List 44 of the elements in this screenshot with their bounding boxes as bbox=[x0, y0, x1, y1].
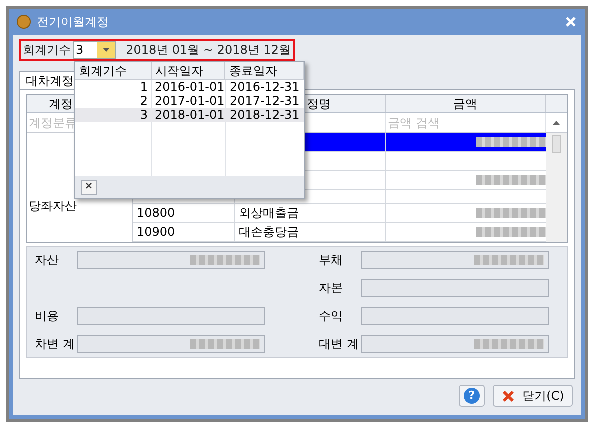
summary-label: 수익 bbox=[319, 308, 344, 325]
table-cell-text: 대손충당금 bbox=[239, 224, 299, 241]
summary-label: 비용 bbox=[35, 308, 60, 325]
blurred-amount bbox=[190, 339, 260, 349]
filter-field[interactable]: 금액 검색 bbox=[386, 114, 545, 132]
window-title: 전기이월계정 bbox=[37, 14, 109, 31]
column-header[interactable]: 계정 bbox=[49, 94, 73, 112]
dropdown-row[interactable]: 2 2017-01-01 2017-12-31 bbox=[75, 94, 304, 108]
dropdown-button[interactable] bbox=[97, 42, 116, 58]
summary-label: 부채 bbox=[319, 252, 344, 269]
column-header[interactable]: 종료일자 bbox=[229, 62, 278, 80]
scrollbar[interactable] bbox=[546, 133, 567, 242]
column-header[interactable]: 정명 bbox=[307, 94, 331, 112]
summary-label: 차변 계 bbox=[35, 336, 76, 353]
dropdown-row[interactable]: 3 2018-01-01 2018-12-31 bbox=[75, 108, 304, 122]
table-cell-text: 10900 bbox=[137, 224, 176, 241]
fiscal-period: 2018년 01월 ~ 2018년 12월 bbox=[126, 42, 291, 59]
question-icon: ? bbox=[464, 388, 480, 404]
summary-label: 대변 계 bbox=[319, 336, 360, 353]
close-icon[interactable] bbox=[565, 16, 577, 28]
close-button[interactable]: 닫기(C) bbox=[493, 385, 573, 407]
fiscal-combobox[interactable]: 3 bbox=[73, 41, 116, 59]
column-header[interactable]: 시작일자 bbox=[156, 62, 204, 80]
column-header[interactable]: 금액 bbox=[454, 94, 478, 112]
dropdown-close-button[interactable]: × bbox=[81, 180, 97, 194]
summary-label: 자산 bbox=[35, 252, 60, 269]
app-icon bbox=[17, 15, 31, 29]
group-label: 당좌자산 bbox=[29, 198, 77, 214]
caret-down-icon bbox=[102, 48, 110, 52]
x-icon bbox=[502, 390, 515, 402]
summary-label: 자본 bbox=[319, 280, 344, 297]
scroll-up-icon[interactable] bbox=[553, 120, 560, 124]
blurred-amount bbox=[190, 255, 260, 265]
help-button[interactable]: ? bbox=[459, 385, 485, 407]
filter-field[interactable]: 계정분류 bbox=[27, 114, 132, 132]
table-cell-text: 10800 bbox=[137, 205, 176, 222]
table-cell-text: 외상매출금 bbox=[239, 205, 299, 222]
fiscal-label: 회계기수 bbox=[23, 42, 71, 59]
scroll-thumb[interactable] bbox=[552, 135, 561, 153]
grid-row[interactable]: 10800 외상매출금 bbox=[133, 204, 546, 223]
blurred-amount bbox=[474, 339, 544, 349]
grid-row[interactable]: 10900 대손충당금 bbox=[133, 223, 546, 242]
blurred-amount bbox=[474, 255, 544, 265]
column-header[interactable]: 회계기수 bbox=[79, 62, 127, 80]
